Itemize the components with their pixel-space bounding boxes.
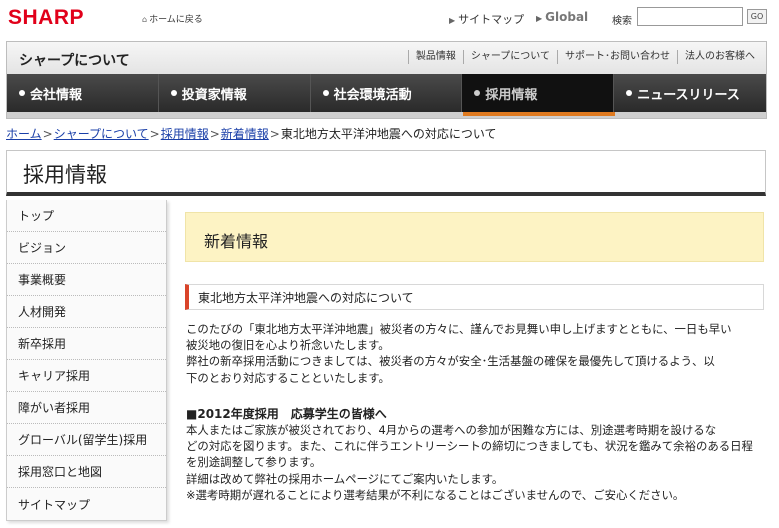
home-link-label: ホームに戻る	[149, 15, 203, 25]
bullet-icon	[474, 90, 481, 96]
util-link-products[interactable]: 製品情報	[407, 50, 463, 64]
about-title[interactable]: シャープについて	[19, 50, 130, 70]
intro-paragraph: このたびの「東北地方太平洋沖地震」被災者の方々に、謹んでお見舞い申し上げますとと…	[186, 321, 771, 386]
sidebar-item-business[interactable]: 事業概要	[7, 264, 166, 296]
top-bar: SHARP ⌂ ホームに戻る ▶ サイトマップ ▶ Global 検索 GO	[0, 0, 779, 40]
search-go-button[interactable]: GO	[747, 9, 767, 24]
breadcrumb-about[interactable]: シャープについて	[54, 127, 149, 141]
text-line: 詳細は改めて弊社の採用ホームページにてご案内いたします。	[186, 471, 504, 486]
sidebar-item-hr-development[interactable]: 人材開発	[7, 296, 166, 328]
text-line: 弊社の新卒採用活動につきましては、被災者の方々が安全･生活基盤の確保を最優先して…	[186, 354, 715, 369]
global-link[interactable]: ▶ Global	[536, 10, 588, 24]
utility-links: 製品情報 シャープについて サポート･お問い合わせ 法人のお客様へ	[407, 50, 762, 64]
text-line: 本人またはご家族が被災されており、4月からの選考への参加が困難な方には、別途選考…	[186, 423, 717, 437]
nav-tab-label: 社会環境活動	[333, 87, 412, 103]
news-banner-title: 新着情報	[204, 232, 269, 251]
bullet-icon	[170, 90, 177, 96]
search-label: 検索	[612, 16, 632, 27]
main-nav: 会社情報 投資家情報 社会環境活動 採用情報 ニュースリリース	[7, 74, 766, 112]
nav-tab-recruit[interactable]: 採用情報	[462, 74, 615, 112]
sidebar-item-sitemap[interactable]: サイトマップ	[7, 488, 166, 520]
page-title: 採用情報	[23, 163, 107, 187]
nav-tab-label: ニュースリリース	[637, 87, 740, 103]
news-banner: 新着情報	[185, 212, 764, 262]
util-link-support[interactable]: サポート･お問い合わせ	[557, 50, 677, 64]
breadcrumb-home[interactable]: ホーム	[6, 127, 42, 141]
util-link-business[interactable]: 法人のお客様へ	[677, 50, 762, 64]
sidebar-item-disability[interactable]: 障がい者採用	[7, 392, 166, 424]
section-subheading: ■2012年度採用 応募学生の皆様へ	[186, 407, 387, 421]
text-line: 被災地の復旧を心より祈念いたします。	[186, 338, 390, 353]
text-line: ※選考時期が遅れることにより選考結果が不利になることはございませんので、ご安心く…	[186, 487, 685, 502]
triangle-right-icon: ▶	[449, 16, 456, 25]
sitemap-link[interactable]: ▶ サイトマップ	[449, 11, 524, 27]
sidebar-item-contact-map[interactable]: 採用窓口と地図	[7, 456, 166, 488]
breadcrumb-news[interactable]: 新着情報	[221, 127, 269, 141]
text-line: このたびの「東北地方太平洋沖地震」被災者の方々に、謹んでお見舞い申し上げますとと…	[186, 322, 732, 336]
sidebar-item-career[interactable]: キャリア採用	[7, 360, 166, 392]
text-line: どの対応を図ります。また、これに伴うエントリーシートの締切につきましても、状況を…	[186, 439, 753, 454]
about-row: シャープについて 製品情報 シャープについて サポート･お問い合わせ 法人のお客…	[7, 42, 766, 74]
breadcrumb-current: 東北地方太平洋沖地震への対応について	[280, 127, 497, 141]
text-line: 下のとおり対応することといたします。	[186, 370, 390, 385]
page-title-box: 採用情報	[6, 150, 766, 196]
search-input[interactable]	[637, 7, 743, 26]
util-link-about[interactable]: シャープについて	[462, 50, 557, 64]
bullet-icon	[626, 90, 633, 96]
applicant-paragraph: 本人またはご家族が被災されており、4月からの選考への参加が困難な方には、別途選考…	[186, 422, 771, 503]
header-block: シャープについて 製品情報 シャープについて サポート･お問い合わせ 法人のお客…	[6, 41, 767, 119]
nav-tab-label: 投資家情報	[181, 87, 247, 103]
triangle-right-icon: ▶	[536, 14, 543, 23]
breadcrumb-recruit[interactable]: 採用情報	[161, 127, 209, 141]
sharp-logo[interactable]: SHARP	[8, 6, 84, 30]
nav-tab-label: 会社情報	[30, 87, 83, 103]
nav-tab-investors[interactable]: 投資家情報	[158, 74, 311, 112]
home-icon: ⌂	[142, 15, 148, 24]
sidebar-item-top[interactable]: トップ	[7, 200, 166, 232]
sidebar-item-graduate[interactable]: 新卒採用	[7, 328, 166, 360]
nav-tab-news[interactable]: ニュースリリース	[614, 74, 766, 112]
nav-tab-csr[interactable]: 社会環境活動	[310, 74, 463, 112]
sidebar: トップ ビジョン 事業概要 人材開発 新卒採用 キャリア採用 障がい者採用 グロ…	[6, 200, 167, 521]
breadcrumb-separator: >	[42, 127, 53, 141]
sitemap-label: サイトマップ	[458, 13, 525, 26]
section-title: 東北地方太平洋沖地震への対応について	[198, 291, 414, 305]
breadcrumb-separator: >	[209, 127, 220, 141]
breadcrumb-separator: >	[149, 127, 160, 141]
nav-tab-label: 採用情報	[485, 87, 538, 103]
home-link[interactable]: ⌂ ホームに戻る	[142, 12, 203, 25]
global-label: Global	[545, 10, 589, 24]
bullet-icon	[19, 90, 25, 96]
text-line: を別途調整して参ります。	[186, 455, 322, 470]
active-tab-indicator	[463, 112, 615, 116]
nav-tab-company[interactable]: 会社情報	[7, 74, 159, 112]
bullet-icon	[322, 90, 329, 96]
breadcrumb-separator: >	[269, 127, 280, 141]
sidebar-item-vision[interactable]: ビジョン	[7, 232, 166, 264]
nav-underline	[7, 112, 766, 118]
section-title-box: 東北地方太平洋沖地震への対応について	[185, 284, 764, 310]
breadcrumb: ホーム>シャープについて>採用情報>新着情報>東北地方太平洋沖地震への対応につい…	[6, 125, 497, 142]
sidebar-item-global[interactable]: グローバル(留学生)採用	[7, 424, 166, 456]
